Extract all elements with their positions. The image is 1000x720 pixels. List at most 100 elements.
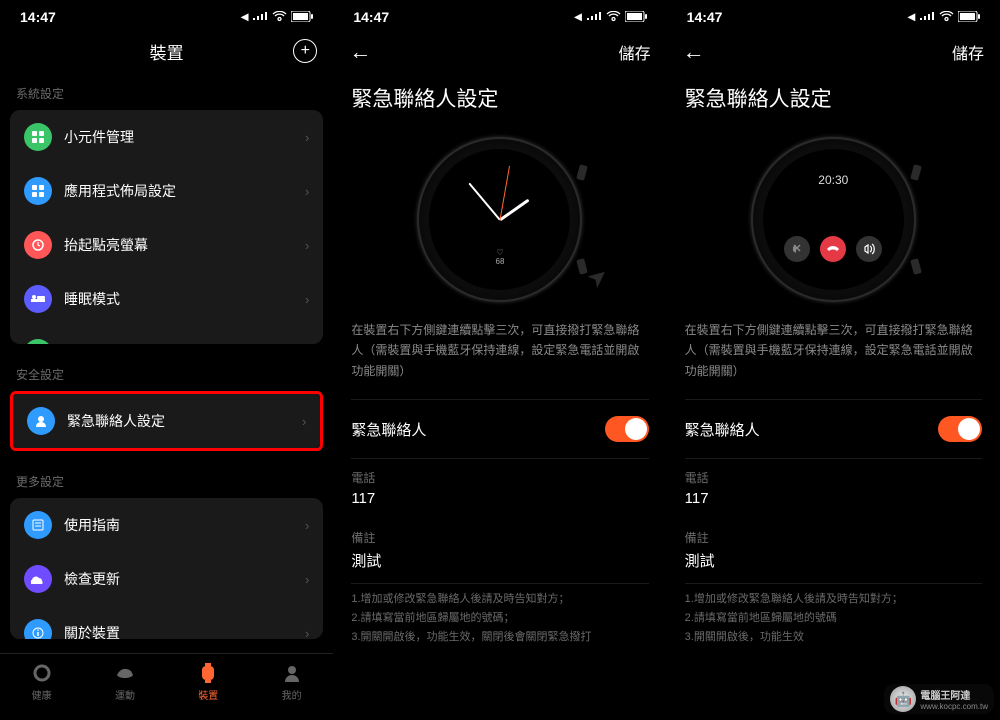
chevron-right-icon: › xyxy=(302,414,306,429)
mute-icon xyxy=(784,236,810,262)
lower-button-customize[interactable]: 下鍵自訂› xyxy=(10,326,323,344)
back-button[interactable]: ← xyxy=(349,39,371,65)
toggle-label: 緊急聯絡人 xyxy=(685,419,760,440)
button-icon xyxy=(24,339,52,344)
emergency-toggle[interactable] xyxy=(605,416,649,442)
chevron-right-icon: › xyxy=(305,572,309,587)
back-button[interactable]: ← xyxy=(683,39,705,65)
note-label: 備註 xyxy=(333,519,666,550)
shoe-icon xyxy=(114,662,136,684)
battery-icon xyxy=(958,11,980,22)
heart-rate: ♡68 xyxy=(496,248,505,266)
page-title: 緊急聯絡人設定 xyxy=(333,79,666,131)
header: ← 儲存 xyxy=(667,29,1000,79)
tab-profile[interactable]: 我的 xyxy=(281,662,303,702)
status-time: 14:47 xyxy=(353,9,389,25)
watermark-logo-icon: 🤖 xyxy=(890,686,916,712)
sleep-mode[interactable]: 睡眠模式› xyxy=(10,272,323,326)
about-device[interactable]: 關於裝置› xyxy=(10,606,323,639)
book-icon xyxy=(24,511,52,539)
chevron-right-icon: › xyxy=(305,518,309,533)
watch-illustration: ♡68 ➤ xyxy=(333,131,666,320)
call-controls xyxy=(784,236,882,262)
grid-icon xyxy=(24,177,52,205)
rules-list: 1.增加或修改緊急聯絡人後請及時告知對方； 2.請填寫當前地區歸屬地的號碼； 3… xyxy=(333,584,666,652)
phone-label: 電話 xyxy=(333,459,666,490)
signal-icon xyxy=(919,12,935,22)
person-icon xyxy=(281,662,303,684)
status-bar: 14:47 ◂ xyxy=(0,0,333,29)
note-label: 備註 xyxy=(667,519,1000,550)
rules-list: 1.增加或修改緊急聯絡人後請及時告知對方； 2.請填寫當前地區歸屬地的號碼 3.… xyxy=(667,584,1000,652)
battery-icon xyxy=(625,11,647,22)
crown-icon xyxy=(910,258,922,275)
section-system: 系統設定 xyxy=(0,77,333,110)
page-title: 緊急聯絡人設定 xyxy=(667,79,1000,131)
person-icon xyxy=(27,407,55,435)
app-layout-settings[interactable]: 應用程式佈局設定› xyxy=(10,164,323,218)
minute-hand xyxy=(468,182,500,220)
location-icon: ◂ xyxy=(575,8,582,25)
phone-label: 電話 xyxy=(667,459,1000,490)
cloud-icon xyxy=(24,565,52,593)
status-time: 14:47 xyxy=(20,9,56,25)
add-device-button[interactable]: + xyxy=(293,39,317,63)
note-value[interactable]: 測試 xyxy=(333,550,666,583)
description: 在裝置右下方側鍵連續點擊三次，可直接撥打緊急聯絡人（需裝置與手機藍牙保持連線，設… xyxy=(333,320,666,399)
emergency-toggle-row: 緊急聯絡人 xyxy=(333,400,666,458)
status-indicators: ◂ xyxy=(241,8,313,25)
chevron-right-icon: › xyxy=(305,130,309,145)
watch-digital-time: 20:30 xyxy=(818,173,848,187)
page-title: 裝置 xyxy=(150,39,184,64)
signal-icon xyxy=(586,12,602,22)
wifi-icon xyxy=(606,11,621,22)
info-icon xyxy=(24,619,52,639)
emergency-toggle[interactable] xyxy=(938,416,982,442)
watch-illustration: 20:30 xyxy=(667,131,1000,320)
section-security: 安全設定 xyxy=(0,358,333,391)
toggle-label: 緊急聯絡人 xyxy=(351,419,426,440)
screen-device-settings: 14:47 ◂ 裝置 + 系統設定 小元件管理› 應用程式佈局設定› 抬起點亮螢… xyxy=(0,0,333,720)
crown-icon xyxy=(910,164,922,181)
battery-icon xyxy=(291,11,313,22)
location-icon: ◂ xyxy=(241,8,248,25)
save-button[interactable]: 儲存 xyxy=(952,40,984,64)
grid-icon xyxy=(24,123,52,151)
phone-value[interactable]: 117 xyxy=(667,490,1000,519)
header: ← 儲存 xyxy=(333,29,666,79)
tab-health[interactable]: 健康 xyxy=(31,662,53,702)
description: 在裝置右下方側鍵連續點擊三次，可直接撥打緊急聯絡人（需裝置與手機藍牙保持連線，設… xyxy=(667,320,1000,399)
raise-to-wake[interactable]: 抬起點亮螢幕› xyxy=(10,218,323,272)
ring-icon xyxy=(31,662,53,684)
chevron-right-icon: › xyxy=(305,292,309,307)
screen-emergency-analog: 14:47 ◂ ← 儲存 緊急聯絡人設定 ♡68 ➤ xyxy=(333,0,666,720)
bed-icon xyxy=(24,285,52,313)
user-guide[interactable]: 使用指南› xyxy=(10,498,323,552)
tab-exercise[interactable]: 運動 xyxy=(114,662,136,702)
emergency-contact-settings[interactable]: 緊急聯絡人設定› xyxy=(13,394,320,448)
tab-bar: 健康 運動 裝置 我的 xyxy=(0,653,333,720)
system-settings-group: 小元件管理› 應用程式佈局設定› 抬起點亮螢幕› 睡眠模式› 下鍵自訂› xyxy=(10,110,323,344)
status-time: 14:47 xyxy=(687,9,723,25)
watermark: 🤖 電腦王阿達 www.kocpc.com.tw xyxy=(884,684,994,714)
status-indicators: ◂ xyxy=(908,8,980,25)
watch-tab-icon xyxy=(197,662,219,684)
check-update[interactable]: 檢查更新› xyxy=(10,552,323,606)
highlighted-item: 緊急聯絡人設定› xyxy=(10,391,323,451)
wifi-icon xyxy=(272,11,287,22)
hangup-icon xyxy=(820,236,846,262)
status-bar: 14:47 ◂ xyxy=(667,0,1000,29)
widget-management[interactable]: 小元件管理› xyxy=(10,110,323,164)
wifi-icon xyxy=(939,11,954,22)
pointer-arrow-icon: ➤ xyxy=(581,260,615,295)
more-settings-group: 使用指南› 檢查更新› 關於裝置› xyxy=(10,498,323,639)
tab-device[interactable]: 裝置 xyxy=(197,662,219,702)
section-more: 更多設定 xyxy=(0,465,333,498)
emergency-toggle-row: 緊急聯絡人 xyxy=(667,400,1000,458)
status-indicators: ◂ xyxy=(575,8,647,25)
note-value[interactable]: 測試 xyxy=(667,550,1000,583)
save-button[interactable]: 儲存 xyxy=(619,40,651,64)
phone-value[interactable]: 117 xyxy=(333,490,666,519)
screen-emergency-call: 14:47 ◂ ← 儲存 緊急聯絡人設定 20:30 xyxy=(667,0,1000,720)
status-bar: 14:47 ◂ xyxy=(333,0,666,29)
